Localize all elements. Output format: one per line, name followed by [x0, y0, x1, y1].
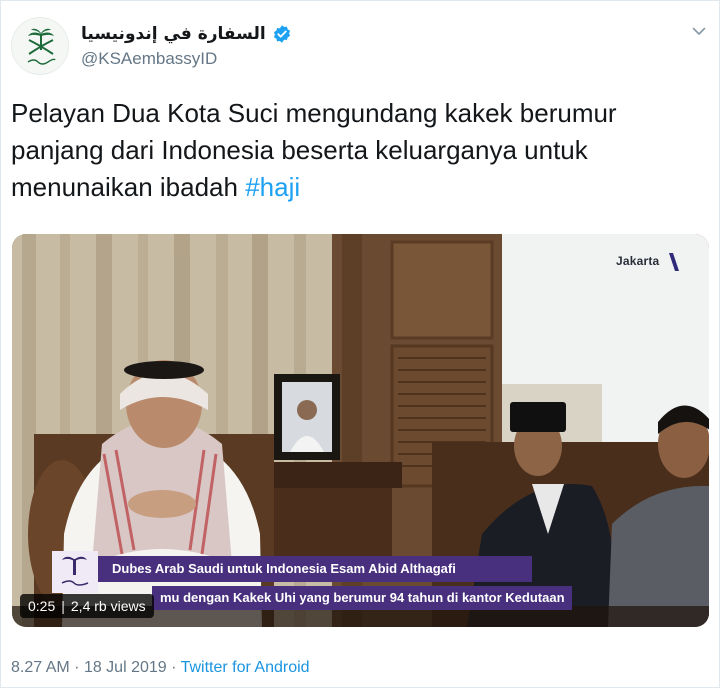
account-names: السفارة في إندونيسيا @KSAembassyID — [81, 21, 292, 69]
lower-third-subtitle: mu dengan Kakek Uhi yang berumur 94 tahu… — [152, 586, 572, 610]
verified-badge-icon — [273, 25, 290, 43]
location-tag: Jakarta — [616, 254, 660, 268]
avatar[interactable] — [11, 17, 69, 75]
footer-separator: · — [171, 659, 177, 676]
video-duration-views: 0:25 | 2,4 rb views — [20, 594, 154, 618]
tweet-text: Pelayan Dua Kota Suci mengundang kakek b… — [11, 95, 701, 206]
tweet-body: Pelayan Dua Kota Suci mengundang kakek b… — [11, 98, 617, 202]
lower-third-title: Dubes Arab Saudi untuk Indonesia Esam Ab… — [98, 556, 532, 582]
saudi-emblem-icon — [12, 18, 68, 74]
tweet-date[interactable]: 18 Jul 2019 — [84, 659, 167, 676]
tweet-source-link[interactable]: Twitter for Android — [181, 659, 310, 676]
broadcast-mark-icon — [669, 253, 679, 271]
footer-separator: · — [74, 659, 80, 676]
hashtag-link[interactable]: #haji — [245, 172, 300, 202]
video-views: 2,4 rb views — [70, 598, 146, 614]
chip-divider: | — [61, 598, 65, 614]
tweet-video[interactable]: Jakarta Dubes Arab Saudi untuk Indonesia… — [12, 234, 709, 627]
chevron-down-icon[interactable] — [691, 23, 707, 39]
display-name[interactable]: السفارة في إندونيسيا — [81, 24, 266, 44]
tweet-card: السفارة في إندونيسيا @KSAembassyID Pelay… — [0, 0, 720, 688]
video-time: 0:25 — [28, 598, 56, 614]
display-name-row[interactable]: السفارة في إندونيسيا — [81, 21, 292, 47]
account-handle[interactable]: @KSAembassyID — [81, 49, 292, 69]
channel-logo-icon — [52, 551, 98, 593]
tweet-footer: 8.27 AM · 18 Jul 2019 · Twitter for Andr… — [11, 659, 310, 677]
tweet-header: السفارة في إندونيسيا @KSAembassyID — [11, 15, 711, 77]
tweet-time[interactable]: 8.27 AM — [11, 659, 70, 676]
